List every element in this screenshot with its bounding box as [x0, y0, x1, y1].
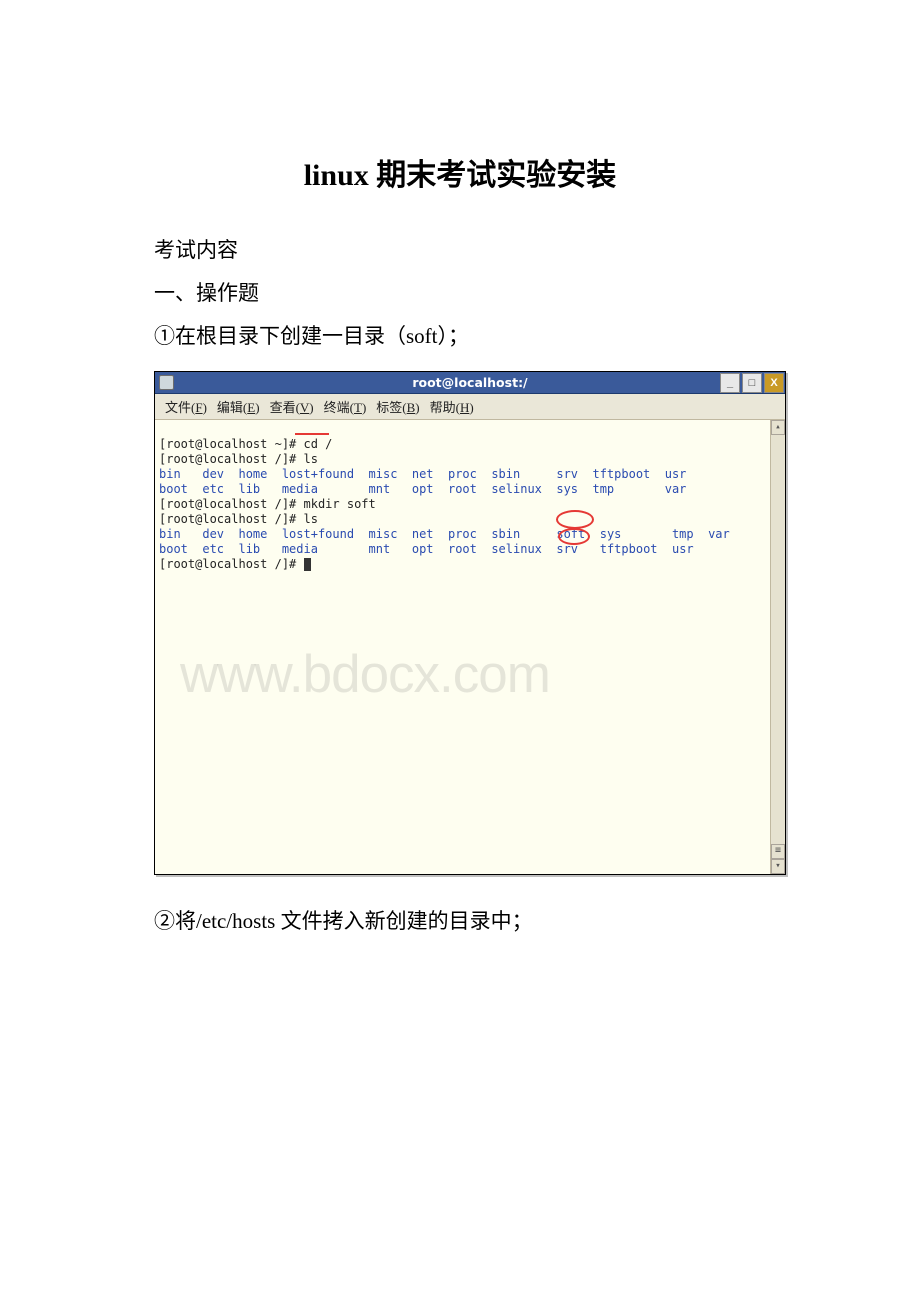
page-title: linux 期末考试实验安装 — [154, 150, 766, 194]
menu-tabs[interactable]: 标签(B) — [374, 396, 421, 417]
terminal-window: root@localhost:/ _ □ X 文件(F) 编辑(E) 查看(V)… — [154, 371, 786, 875]
question-2: ②将/etc/hosts 文件拷入新创建的目录中； — [154, 901, 766, 942]
window-titlebar[interactable]: root@localhost:/ _ □ X — [155, 372, 785, 394]
scroll-up-icon[interactable]: ▴ — [771, 420, 785, 435]
question-1: ①在根目录下创建一目录（soft）； — [154, 316, 766, 357]
term-line: [root@localhost /]# mkdir soft — [159, 497, 376, 511]
annotation-circle-srv — [558, 528, 590, 545]
maximize-button[interactable]: □ — [742, 373, 762, 393]
menu-view[interactable]: 查看(V) — [268, 396, 316, 417]
annotation-circle-soft — [556, 510, 594, 529]
terminal-icon — [159, 375, 174, 390]
watermark-text: www.bdocx.com — [180, 642, 550, 708]
term-line-dirs: bin dev home lost+found misc net proc sb… — [159, 467, 686, 481]
minimize-button[interactable]: _ — [720, 373, 740, 393]
term-line: [root@localhost /]# ls — [159, 452, 318, 466]
term-line-dirs: boot etc lib media mnt opt root selinux … — [159, 482, 686, 496]
menu-edit[interactable]: 编辑(E) — [215, 396, 262, 417]
term-line: [root@localhost ~]# cd / — [159, 437, 332, 451]
scrollbar[interactable]: ▴ ≡ ▾ — [770, 420, 785, 874]
close-button[interactable]: X — [764, 373, 784, 393]
menu-terminal[interactable]: 终端(T) — [322, 396, 369, 417]
menu-file[interactable]: 文件(F) — [163, 396, 209, 417]
annotation-underline-cd — [295, 433, 329, 435]
subtitle: 考试内容 — [154, 230, 766, 271]
cursor-icon — [304, 558, 311, 571]
term-line: [root@localhost /]# ls — [159, 512, 318, 526]
menu-help[interactable]: 帮助(H) — [428, 396, 476, 417]
term-line-dirs: bin dev home lost+found misc net proc sb… — [159, 527, 730, 541]
term-line-dirs: boot etc lib media mnt opt root selinux … — [159, 542, 694, 556]
terminal-body[interactable]: [root@localhost ~]# cd / [root@localhost… — [155, 420, 785, 874]
scroll-down-icon[interactable]: ▾ — [771, 859, 785, 874]
term-prompt: [root@localhost /]# — [159, 557, 311, 571]
menubar: 文件(F) 编辑(E) 查看(V) 终端(T) 标签(B) 帮助(H) — [155, 394, 785, 420]
scroll-thumb-icon[interactable]: ≡ — [771, 844, 785, 859]
window-title: root@localhost:/ — [412, 375, 527, 390]
section-heading: 一、操作题 — [154, 273, 766, 314]
